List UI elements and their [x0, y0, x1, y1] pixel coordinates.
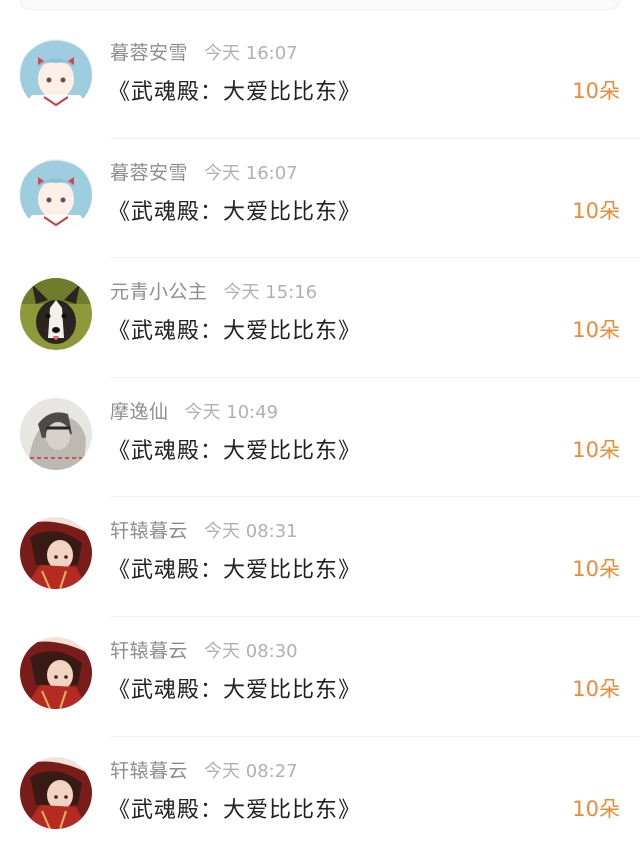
gift-meta: 摩逸仙 今天 10:49 — [110, 397, 279, 423]
book-title: 《武魂殿：大爱比比东》 — [108, 677, 362, 703]
timestamp: 今天 16:07 — [204, 162, 298, 184]
flower-count: 10朵 — [572, 437, 620, 462]
flower-count: 10朵 — [572, 79, 620, 103]
red-character-icon — [20, 517, 92, 590]
username[interactable]: 轩辕暮云 — [110, 640, 188, 662]
gift-meta: 暮蓉安雪 今天 16:07 — [110, 158, 298, 184]
dog-icon — [20, 278, 92, 351]
gift-row[interactable]: 暮蓉安雪 今天 16:07 《武魂殿：大爱比比东》 10朵 — [0, 19, 640, 139]
gift-row[interactable]: 轩辕暮云 今天 08:30 《武魂殿：大爱比比东》 10朵 — [0, 617, 640, 737]
timestamp: 今天 16:07 — [204, 43, 298, 64]
red-character-icon — [20, 756, 92, 829]
user-avatar[interactable] — [20, 158, 92, 231]
timestamp: 今天 08:31 — [204, 521, 298, 543]
timestamp: 今天 15:16 — [223, 282, 318, 304]
gift-meta: 轩辕暮云 今天 08:31 — [110, 516, 298, 543]
username[interactable]: 轩辕暮云 — [110, 760, 188, 782]
flower-count: 10朵 — [572, 676, 620, 701]
timestamp: 今天 08:27 — [204, 760, 298, 782]
book-title: 《武魂殿：大爱比比东》 — [108, 199, 362, 225]
anime-girl-icon — [20, 158, 92, 231]
anime-girl-icon — [20, 39, 92, 111]
flower-count: 10朵 — [572, 557, 620, 582]
timestamp: 今天 08:30 — [204, 640, 298, 662]
gift-row[interactable]: 元青小公主 今天 15:16 《武魂殿：大爱比比东》 10朵 — [0, 258, 640, 378]
gift-meta: 轩辕暮云 今天 08:30 — [110, 636, 298, 662]
flower-count: 10朵 — [572, 796, 620, 821]
book-title: 《武魂殿：大爱比比东》 — [108, 80, 362, 105]
user-avatar[interactable] — [20, 397, 92, 470]
gift-meta: 轩辕暮云 今天 08:27 — [110, 756, 298, 782]
gift-list: 暮蓉安雪 今天 16:07 《武魂殿：大爱比比东》 10朵 暮蓉安雪 今天 16… — [0, 0, 640, 851]
gift-row[interactable]: 暮蓉安雪 今天 16:07 《武魂殿：大爱比比东》 10朵 — [0, 139, 640, 259]
book-title: 《武魂殿：大爱比比东》 — [108, 319, 362, 345]
username[interactable]: 暮蓉安雪 — [110, 162, 188, 184]
timestamp: 今天 10:49 — [184, 401, 279, 423]
flower-count: 10朵 — [572, 198, 620, 223]
gift-record-page: 暮蓉安雪 今天 16:07 《武魂殿：大爱比比东》 10朵 暮蓉安雪 今天 16… — [0, 0, 640, 851]
red-character-icon — [20, 636, 92, 709]
book-title: 《武魂殿：大爱比比东》 — [108, 558, 362, 584]
user-avatar[interactable] — [20, 517, 92, 590]
username[interactable]: 元青小公主 — [110, 281, 208, 303]
figure-icon — [20, 397, 92, 470]
gift-meta: 元青小公主 今天 15:16 — [110, 277, 318, 304]
username[interactable]: 轩辕暮云 — [110, 520, 188, 542]
user-avatar[interactable] — [20, 278, 92, 351]
book-title: 《武魂殿：大爱比比东》 — [108, 797, 362, 823]
flower-count: 10朵 — [572, 318, 620, 343]
gift-row[interactable]: 轩辕暮云 今天 08:31 《武魂殿：大爱比比东》 10朵 — [0, 497, 640, 617]
book-title: 《武魂殿：大爱比比东》 — [108, 438, 362, 464]
gift-row[interactable]: 轩辕暮云 今天 08:27 《武魂殿：大爱比比东》 10朵 — [0, 737, 640, 851]
user-avatar[interactable] — [20, 636, 92, 709]
gift-meta: 暮蓉安雪 今天 16:07 — [110, 38, 298, 64]
user-avatar[interactable] — [20, 756, 92, 829]
username[interactable]: 暮蓉安雪 — [110, 42, 188, 64]
gift-row[interactable]: 摩逸仙 今天 10:49 《武魂殿：大爱比比东》 10朵 — [0, 378, 640, 498]
username[interactable]: 摩逸仙 — [110, 401, 169, 423]
user-avatar[interactable] — [20, 39, 92, 111]
